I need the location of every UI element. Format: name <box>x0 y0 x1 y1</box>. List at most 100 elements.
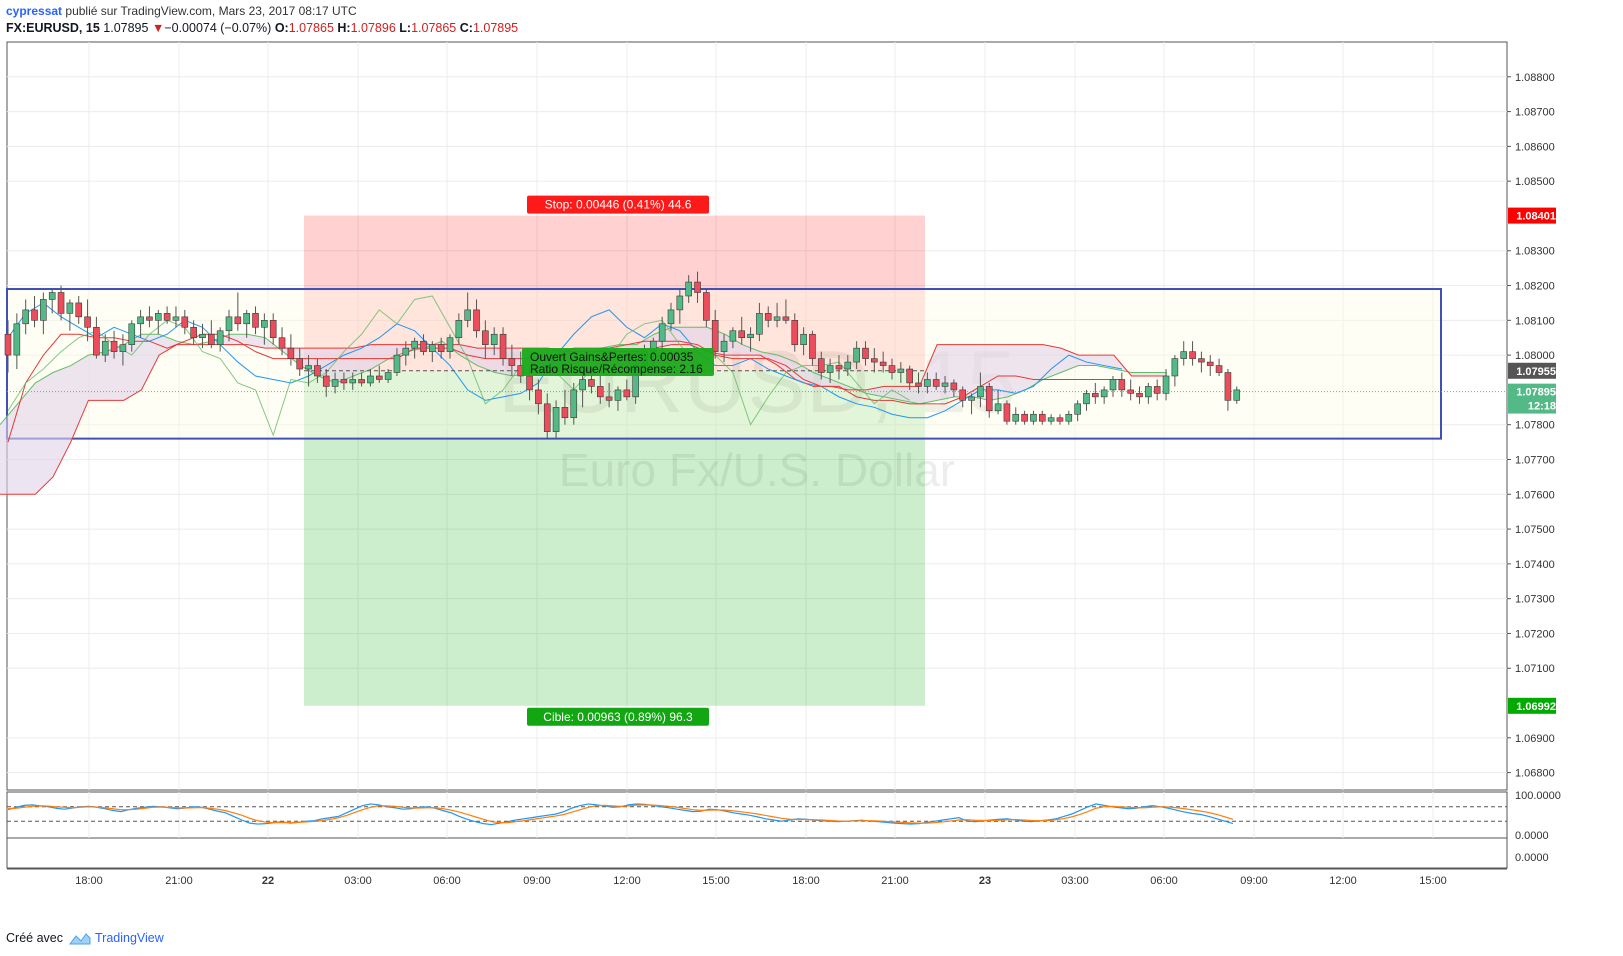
candle-body <box>340 379 348 384</box>
candle-body <box>862 347 869 359</box>
x-tick-label: 12:00 <box>613 875 641 887</box>
candle-body <box>234 316 242 325</box>
candle-body <box>137 316 144 325</box>
candle-body <box>84 316 91 328</box>
candle-body <box>809 333 816 359</box>
target-label: Cible: 0.00963 (0.89%) 96.3 <box>543 710 693 724</box>
candle-body <box>543 403 551 432</box>
candle-body <box>791 320 799 345</box>
candle-body <box>455 320 463 339</box>
candle-body <box>941 382 949 387</box>
candle-body <box>154 313 162 321</box>
y-tick-label: 1.08600 <box>1515 141 1555 153</box>
candle-body <box>756 313 763 335</box>
candle-body <box>57 292 65 314</box>
price-tag: 1.08401 <box>1516 211 1556 223</box>
candle-body <box>906 368 913 384</box>
candle-body <box>605 396 613 401</box>
candle-body <box>420 340 427 352</box>
empty-pane <box>6 837 1508 869</box>
osc-y-label: 100.0000 <box>1515 790 1561 802</box>
candle-body <box>1100 389 1108 398</box>
candle-body <box>199 333 206 339</box>
candle-body <box>623 389 631 398</box>
y-tick-label: 1.07800 <box>1515 420 1555 432</box>
candle-body <box>614 389 622 401</box>
x-tick-label: 09:00 <box>523 875 551 887</box>
candle-body <box>924 379 931 387</box>
candle-body <box>950 382 958 391</box>
price-chart[interactable]: EURUSD, 15Euro Fx/U.S. DollarStop: 0.004… <box>0 0 1623 956</box>
created-with-text: Créé avec <box>6 931 63 945</box>
candle-body <box>101 340 109 356</box>
candle-body <box>93 326 100 356</box>
candle-body <box>31 309 38 321</box>
candle-body <box>1074 403 1081 415</box>
candle-body <box>314 365 321 377</box>
candle-body <box>535 389 542 405</box>
candle-body <box>128 323 136 345</box>
candle-body <box>75 302 83 318</box>
candle-body <box>1153 386 1161 394</box>
candle-body <box>305 365 312 370</box>
y-tick-label: 1.07500 <box>1515 524 1555 536</box>
candle-body <box>720 340 728 352</box>
footer: Créé avec TradingView <box>6 931 164 946</box>
candle-body <box>667 309 675 325</box>
candle-body <box>1136 393 1143 398</box>
candle-body <box>393 354 401 373</box>
candle-body <box>1083 393 1090 405</box>
x-tick-label: 06:00 <box>433 875 461 887</box>
candle-body <box>773 316 781 321</box>
candle-body <box>349 379 357 384</box>
candle-body <box>1127 389 1134 394</box>
osc-y-label: 0.0000 <box>1515 852 1549 864</box>
candle-body <box>181 316 189 328</box>
x-tick-label: 15:00 <box>702 875 730 887</box>
candle-body <box>1224 372 1232 401</box>
candle-body <box>1145 386 1152 398</box>
ratio-label: Ratio Risque/Récompense: 2.16 <box>530 362 703 376</box>
x-tick-label: 15:00 <box>1419 875 1447 887</box>
candle-body <box>932 379 940 387</box>
candle-body <box>490 333 498 345</box>
candle-body <box>1206 361 1214 366</box>
candle-body <box>358 379 365 384</box>
candle-body <box>985 386 993 412</box>
price-tag: 12:18 <box>1528 401 1556 413</box>
candle-body <box>782 316 790 321</box>
candle-body <box>588 379 595 387</box>
candle-body <box>1180 351 1188 359</box>
candle-body <box>561 407 569 419</box>
candle-body <box>729 330 737 342</box>
candle-body <box>800 333 807 345</box>
candle-body <box>225 316 233 332</box>
x-tick-label: 18:00 <box>792 875 820 887</box>
candle-body <box>747 333 754 339</box>
candle-body <box>853 347 860 363</box>
candle-body <box>22 309 29 325</box>
candle <box>1003 400 1011 425</box>
candle-body <box>384 372 392 380</box>
candle-body <box>703 292 710 321</box>
candle-body <box>243 313 250 325</box>
y-tick-label: 1.07400 <box>1515 559 1555 571</box>
candle-body <box>1056 417 1064 422</box>
y-tick-label: 1.07200 <box>1515 628 1555 640</box>
candle-body <box>322 375 330 387</box>
candle-body <box>994 403 1002 412</box>
candle-body <box>915 382 922 387</box>
candle-body <box>1092 393 1099 398</box>
candle-body <box>676 295 684 311</box>
y-tick-label: 1.06800 <box>1515 768 1555 780</box>
x-tick-label: 03:00 <box>344 875 372 887</box>
y-tick-label: 1.08000 <box>1515 350 1555 362</box>
tradingview-brand[interactable]: TradingView <box>95 931 164 945</box>
y-tick-label: 1.08300 <box>1515 246 1555 258</box>
candle-body <box>526 375 533 391</box>
candle-body <box>4 333 12 356</box>
tradingview-logo-icon <box>68 932 91 945</box>
candle-body <box>1198 358 1205 363</box>
candle-body <box>411 340 418 349</box>
y-tick-label: 1.08100 <box>1515 315 1555 327</box>
